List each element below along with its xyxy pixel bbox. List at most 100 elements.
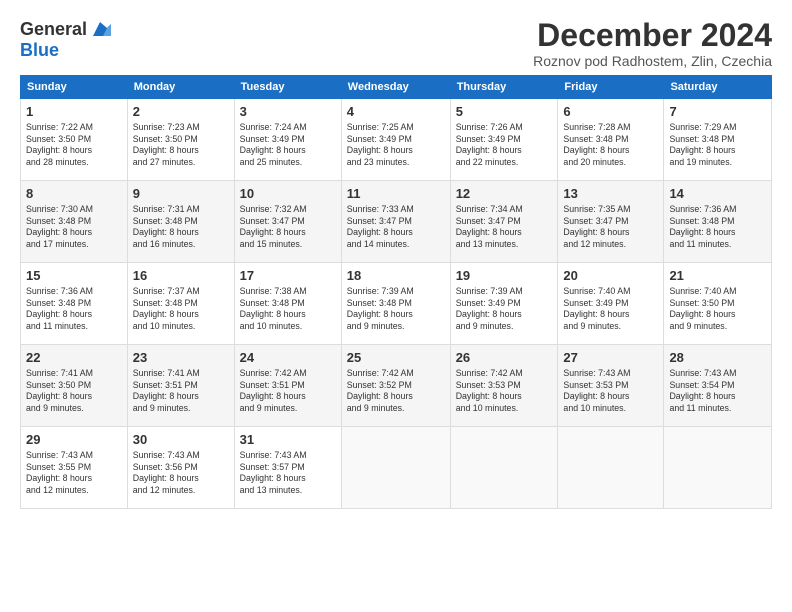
calendar-header-row: Sunday Monday Tuesday Wednesday Thursday… [21, 76, 772, 99]
table-row: 10Sunrise: 7:32 AM Sunset: 3:47 PM Dayli… [234, 181, 341, 263]
day-number: 22 [26, 349, 122, 367]
day-info: Sunrise: 7:43 AM Sunset: 3:56 PM Dayligh… [133, 450, 229, 498]
day-info: Sunrise: 7:25 AM Sunset: 3:49 PM Dayligh… [347, 122, 445, 170]
day-number: 30 [133, 431, 229, 449]
day-info: Sunrise: 7:31 AM Sunset: 3:48 PM Dayligh… [133, 204, 229, 252]
day-info: Sunrise: 7:42 AM Sunset: 3:52 PM Dayligh… [347, 368, 445, 416]
day-info: Sunrise: 7:43 AM Sunset: 3:54 PM Dayligh… [669, 368, 766, 416]
day-number: 15 [26, 267, 122, 285]
day-number: 24 [240, 349, 336, 367]
day-number: 23 [133, 349, 229, 367]
day-number: 18 [347, 267, 445, 285]
day-info: Sunrise: 7:22 AM Sunset: 3:50 PM Dayligh… [26, 122, 122, 170]
table-row: 31Sunrise: 7:43 AM Sunset: 3:57 PM Dayli… [234, 427, 341, 509]
day-number: 11 [347, 185, 445, 203]
day-number: 19 [456, 267, 553, 285]
logo-icon [89, 18, 111, 40]
header-wednesday: Wednesday [341, 76, 450, 99]
day-info: Sunrise: 7:39 AM Sunset: 3:49 PM Dayligh… [456, 286, 553, 334]
table-row: 30Sunrise: 7:43 AM Sunset: 3:56 PM Dayli… [127, 427, 234, 509]
day-info: Sunrise: 7:26 AM Sunset: 3:49 PM Dayligh… [456, 122, 553, 170]
table-row: 23Sunrise: 7:41 AM Sunset: 3:51 PM Dayli… [127, 345, 234, 427]
title-section: December 2024 Roznov pod Radhostem, Zlin… [533, 18, 772, 69]
day-info: Sunrise: 7:29 AM Sunset: 3:48 PM Dayligh… [669, 122, 766, 170]
day-info: Sunrise: 7:40 AM Sunset: 3:49 PM Dayligh… [563, 286, 658, 334]
table-row: 27Sunrise: 7:43 AM Sunset: 3:53 PM Dayli… [558, 345, 664, 427]
calendar-week-3: 15Sunrise: 7:36 AM Sunset: 3:48 PM Dayli… [21, 263, 772, 345]
day-info: Sunrise: 7:39 AM Sunset: 3:48 PM Dayligh… [347, 286, 445, 334]
table-row: 14Sunrise: 7:36 AM Sunset: 3:48 PM Dayli… [664, 181, 772, 263]
table-row: 22Sunrise: 7:41 AM Sunset: 3:50 PM Dayli… [21, 345, 128, 427]
table-row: 24Sunrise: 7:42 AM Sunset: 3:51 PM Dayli… [234, 345, 341, 427]
day-number: 2 [133, 103, 229, 121]
calendar-table: Sunday Monday Tuesday Wednesday Thursday… [20, 75, 772, 509]
day-number: 13 [563, 185, 658, 203]
calendar-week-5: 29Sunrise: 7:43 AM Sunset: 3:55 PM Dayli… [21, 427, 772, 509]
table-row [664, 427, 772, 509]
header: General Blue December 2024 Roznov pod Ra… [20, 18, 772, 69]
page: General Blue December 2024 Roznov pod Ra… [0, 0, 792, 612]
day-info: Sunrise: 7:40 AM Sunset: 3:50 PM Dayligh… [669, 286, 766, 334]
day-number: 14 [669, 185, 766, 203]
day-info: Sunrise: 7:38 AM Sunset: 3:48 PM Dayligh… [240, 286, 336, 334]
header-sunday: Sunday [21, 76, 128, 99]
day-number: 5 [456, 103, 553, 121]
day-number: 7 [669, 103, 766, 121]
table-row: 26Sunrise: 7:42 AM Sunset: 3:53 PM Dayli… [450, 345, 558, 427]
day-number: 25 [347, 349, 445, 367]
day-info: Sunrise: 7:43 AM Sunset: 3:57 PM Dayligh… [240, 450, 336, 498]
day-info: Sunrise: 7:42 AM Sunset: 3:53 PM Dayligh… [456, 368, 553, 416]
logo-general-text: General [20, 19, 87, 40]
month-title: December 2024 [533, 18, 772, 53]
table-row: 5Sunrise: 7:26 AM Sunset: 3:49 PM Daylig… [450, 99, 558, 181]
day-number: 1 [26, 103, 122, 121]
day-number: 21 [669, 267, 766, 285]
day-number: 20 [563, 267, 658, 285]
table-row: 7Sunrise: 7:29 AM Sunset: 3:48 PM Daylig… [664, 99, 772, 181]
logo: General Blue [20, 18, 111, 61]
day-number: 28 [669, 349, 766, 367]
day-info: Sunrise: 7:43 AM Sunset: 3:53 PM Dayligh… [563, 368, 658, 416]
day-info: Sunrise: 7:33 AM Sunset: 3:47 PM Dayligh… [347, 204, 445, 252]
day-info: Sunrise: 7:28 AM Sunset: 3:48 PM Dayligh… [563, 122, 658, 170]
header-friday: Friday [558, 76, 664, 99]
table-row: 28Sunrise: 7:43 AM Sunset: 3:54 PM Dayli… [664, 345, 772, 427]
day-info: Sunrise: 7:36 AM Sunset: 3:48 PM Dayligh… [669, 204, 766, 252]
day-number: 29 [26, 431, 122, 449]
table-row: 21Sunrise: 7:40 AM Sunset: 3:50 PM Dayli… [664, 263, 772, 345]
table-row: 3Sunrise: 7:24 AM Sunset: 3:49 PM Daylig… [234, 99, 341, 181]
day-number: 9 [133, 185, 229, 203]
table-row: 29Sunrise: 7:43 AM Sunset: 3:55 PM Dayli… [21, 427, 128, 509]
day-info: Sunrise: 7:36 AM Sunset: 3:48 PM Dayligh… [26, 286, 122, 334]
day-number: 4 [347, 103, 445, 121]
table-row [558, 427, 664, 509]
table-row: 2Sunrise: 7:23 AM Sunset: 3:50 PM Daylig… [127, 99, 234, 181]
table-row: 13Sunrise: 7:35 AM Sunset: 3:47 PM Dayli… [558, 181, 664, 263]
day-info: Sunrise: 7:32 AM Sunset: 3:47 PM Dayligh… [240, 204, 336, 252]
location-subtitle: Roznov pod Radhostem, Zlin, Czechia [533, 53, 772, 69]
calendar-week-1: 1Sunrise: 7:22 AM Sunset: 3:50 PM Daylig… [21, 99, 772, 181]
day-info: Sunrise: 7:43 AM Sunset: 3:55 PM Dayligh… [26, 450, 122, 498]
table-row: 19Sunrise: 7:39 AM Sunset: 3:49 PM Dayli… [450, 263, 558, 345]
table-row: 25Sunrise: 7:42 AM Sunset: 3:52 PM Dayli… [341, 345, 450, 427]
day-info: Sunrise: 7:30 AM Sunset: 3:48 PM Dayligh… [26, 204, 122, 252]
day-info: Sunrise: 7:23 AM Sunset: 3:50 PM Dayligh… [133, 122, 229, 170]
day-info: Sunrise: 7:41 AM Sunset: 3:50 PM Dayligh… [26, 368, 122, 416]
day-number: 27 [563, 349, 658, 367]
table-row: 11Sunrise: 7:33 AM Sunset: 3:47 PM Dayli… [341, 181, 450, 263]
day-number: 16 [133, 267, 229, 285]
table-row: 16Sunrise: 7:37 AM Sunset: 3:48 PM Dayli… [127, 263, 234, 345]
day-number: 6 [563, 103, 658, 121]
day-number: 3 [240, 103, 336, 121]
table-row: 17Sunrise: 7:38 AM Sunset: 3:48 PM Dayli… [234, 263, 341, 345]
day-info: Sunrise: 7:37 AM Sunset: 3:48 PM Dayligh… [133, 286, 229, 334]
day-info: Sunrise: 7:42 AM Sunset: 3:51 PM Dayligh… [240, 368, 336, 416]
day-number: 12 [456, 185, 553, 203]
logo-blue-text: Blue [20, 40, 59, 61]
header-monday: Monday [127, 76, 234, 99]
table-row: 9Sunrise: 7:31 AM Sunset: 3:48 PM Daylig… [127, 181, 234, 263]
day-number: 8 [26, 185, 122, 203]
table-row: 8Sunrise: 7:30 AM Sunset: 3:48 PM Daylig… [21, 181, 128, 263]
table-row [341, 427, 450, 509]
day-number: 26 [456, 349, 553, 367]
